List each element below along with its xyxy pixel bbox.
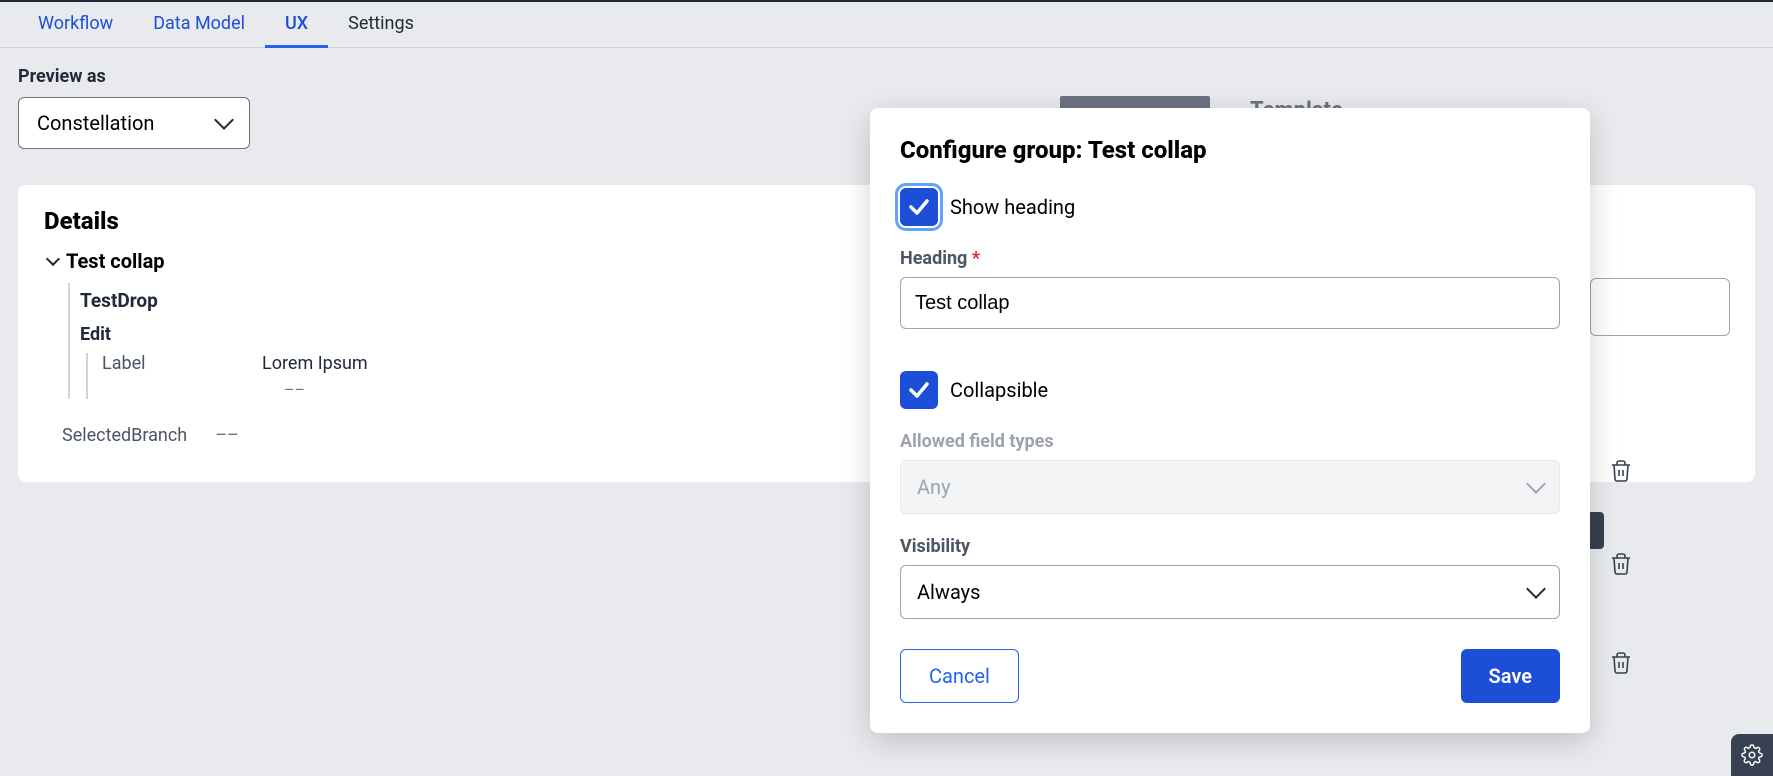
show-heading-label: Show heading (950, 195, 1075, 219)
main-tabs: Workflow Data Model UX Settings (0, 2, 1773, 48)
configure-group-popover: Configure group: Test collap Show headin… (870, 108, 1590, 733)
visibility-value: Always (917, 580, 980, 604)
tab-data-model[interactable]: Data Model (133, 2, 265, 48)
heading-input[interactable] (900, 277, 1560, 329)
show-heading-checkbox[interactable] (900, 188, 938, 226)
tab-workflow[interactable]: Workflow (18, 2, 133, 48)
preview-as-select[interactable]: Constellation (18, 97, 250, 149)
collapsible-checkbox[interactable] (900, 371, 938, 409)
field-value: Lorem Ipsum (262, 353, 368, 374)
visibility-label: Visibility (900, 536, 1560, 557)
selected-branch-value: –– (215, 425, 239, 446)
cancel-button[interactable]: Cancel (900, 649, 1019, 703)
tab-ux[interactable]: UX (265, 2, 328, 48)
heading-section: Heading * (900, 248, 1560, 349)
preview-as-label: Preview as (18, 66, 1755, 87)
trash-icon[interactable] (1609, 459, 1633, 487)
tab-settings[interactable]: Settings (328, 2, 434, 48)
popover-actions: Cancel Save (900, 649, 1560, 703)
chevron-down-icon (1526, 474, 1546, 494)
popover-title: Configure group: Test collap (900, 136, 1560, 164)
group-name: Test collap (66, 249, 165, 273)
heading-label: Heading * (900, 248, 1560, 269)
allowed-types-select: Any (900, 460, 1560, 514)
content-area: Preview as Constellation Details Test co… (0, 48, 1773, 776)
allowed-types-section: Allowed field types Any (900, 431, 1560, 514)
preview-as-value: Constellation (37, 111, 154, 135)
chevron-down-icon (46, 252, 60, 266)
visibility-section: Visibility Always (900, 536, 1560, 619)
save-button[interactable]: Save (1461, 649, 1560, 703)
background-input[interactable] (1590, 278, 1730, 336)
allowed-types-label: Allowed field types (900, 431, 1560, 452)
visibility-select[interactable]: Always (900, 565, 1560, 619)
trash-icon[interactable] (1609, 651, 1633, 679)
chevron-down-icon (214, 110, 234, 130)
show-heading-row: Show heading (900, 188, 1560, 226)
collapsible-label: Collapsible (950, 378, 1048, 402)
allowed-types-value: Any (917, 475, 951, 499)
field-key: Label (102, 353, 172, 374)
corner-settings-button[interactable] (1731, 734, 1773, 776)
trash-icon[interactable] (1609, 552, 1633, 580)
selected-branch-key: SelectedBranch (62, 425, 187, 446)
collapsible-row: Collapsible (900, 371, 1560, 409)
chevron-down-icon (1526, 579, 1546, 599)
